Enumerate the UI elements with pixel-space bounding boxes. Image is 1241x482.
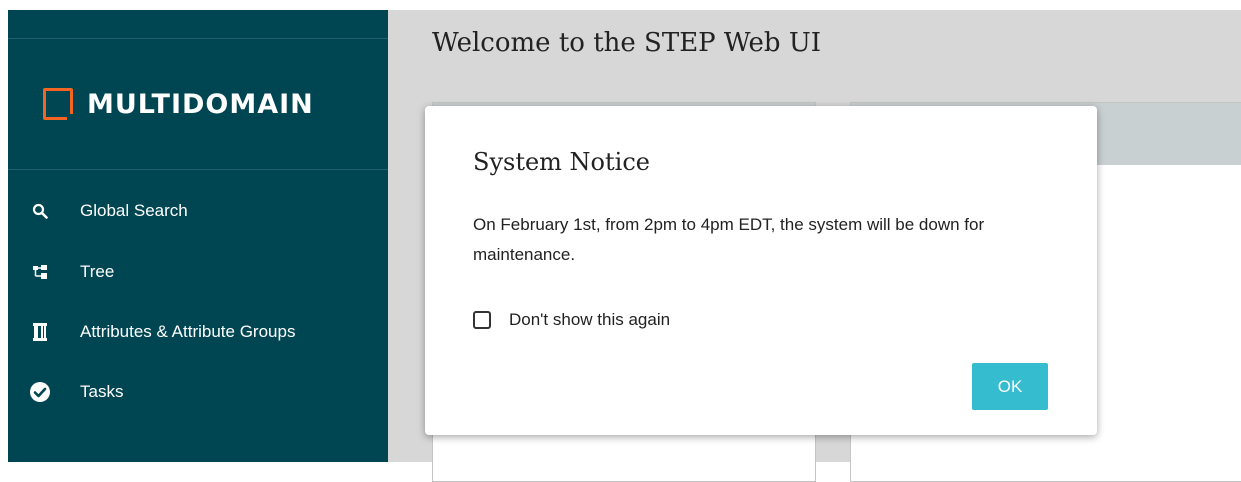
logo-mark-icon: [43, 88, 73, 120]
dont-show-again-checkbox[interactable]: [473, 311, 491, 329]
sidebar: MULTIDOMAIN Global Search Tree Attribute…: [8, 10, 388, 462]
sidebar-item-label: Tree: [80, 262, 115, 281]
ok-button[interactable]: OK: [972, 363, 1048, 410]
sidebar-item-tree[interactable]: Tree: [8, 242, 388, 302]
search-icon: [28, 203, 52, 219]
system-notice-dialog: System Notice On February 1st, from 2pm …: [425, 106, 1097, 435]
sidebar-item-label: Attributes & Attribute Groups: [80, 322, 296, 341]
check-circle-icon: [28, 382, 52, 402]
sidebar-item-tasks[interactable]: Tasks: [8, 362, 388, 422]
sidebar-item-label: Global Search: [80, 201, 188, 220]
dialog-message: On February 1st, from 2pm to 4pm EDT, th…: [473, 215, 985, 264]
sidebar-item-attributes[interactable]: Attributes & Attribute Groups: [8, 302, 388, 362]
sidebar-item-label: Tasks: [80, 382, 124, 401]
sidebar-divider: [8, 169, 388, 170]
sidebar-item-global-search[interactable]: Global Search: [8, 180, 388, 242]
sidebar-top-divider: [8, 38, 388, 39]
page-title: Welcome to the STEP Web UI: [432, 28, 822, 58]
checkbox-label: Don't show this again: [509, 310, 671, 329]
app-logo[interactable]: MULTIDOMAIN: [43, 82, 314, 126]
dont-show-again-option[interactable]: Don't show this again: [473, 310, 670, 330]
tree-icon: [28, 264, 52, 280]
logo-text: MULTIDOMAIN: [87, 88, 314, 120]
sidebar-nav: Global Search Tree Attributes & Attribut…: [8, 180, 388, 422]
attribute-icon: [28, 323, 52, 341]
dialog-title: System Notice: [473, 148, 650, 176]
